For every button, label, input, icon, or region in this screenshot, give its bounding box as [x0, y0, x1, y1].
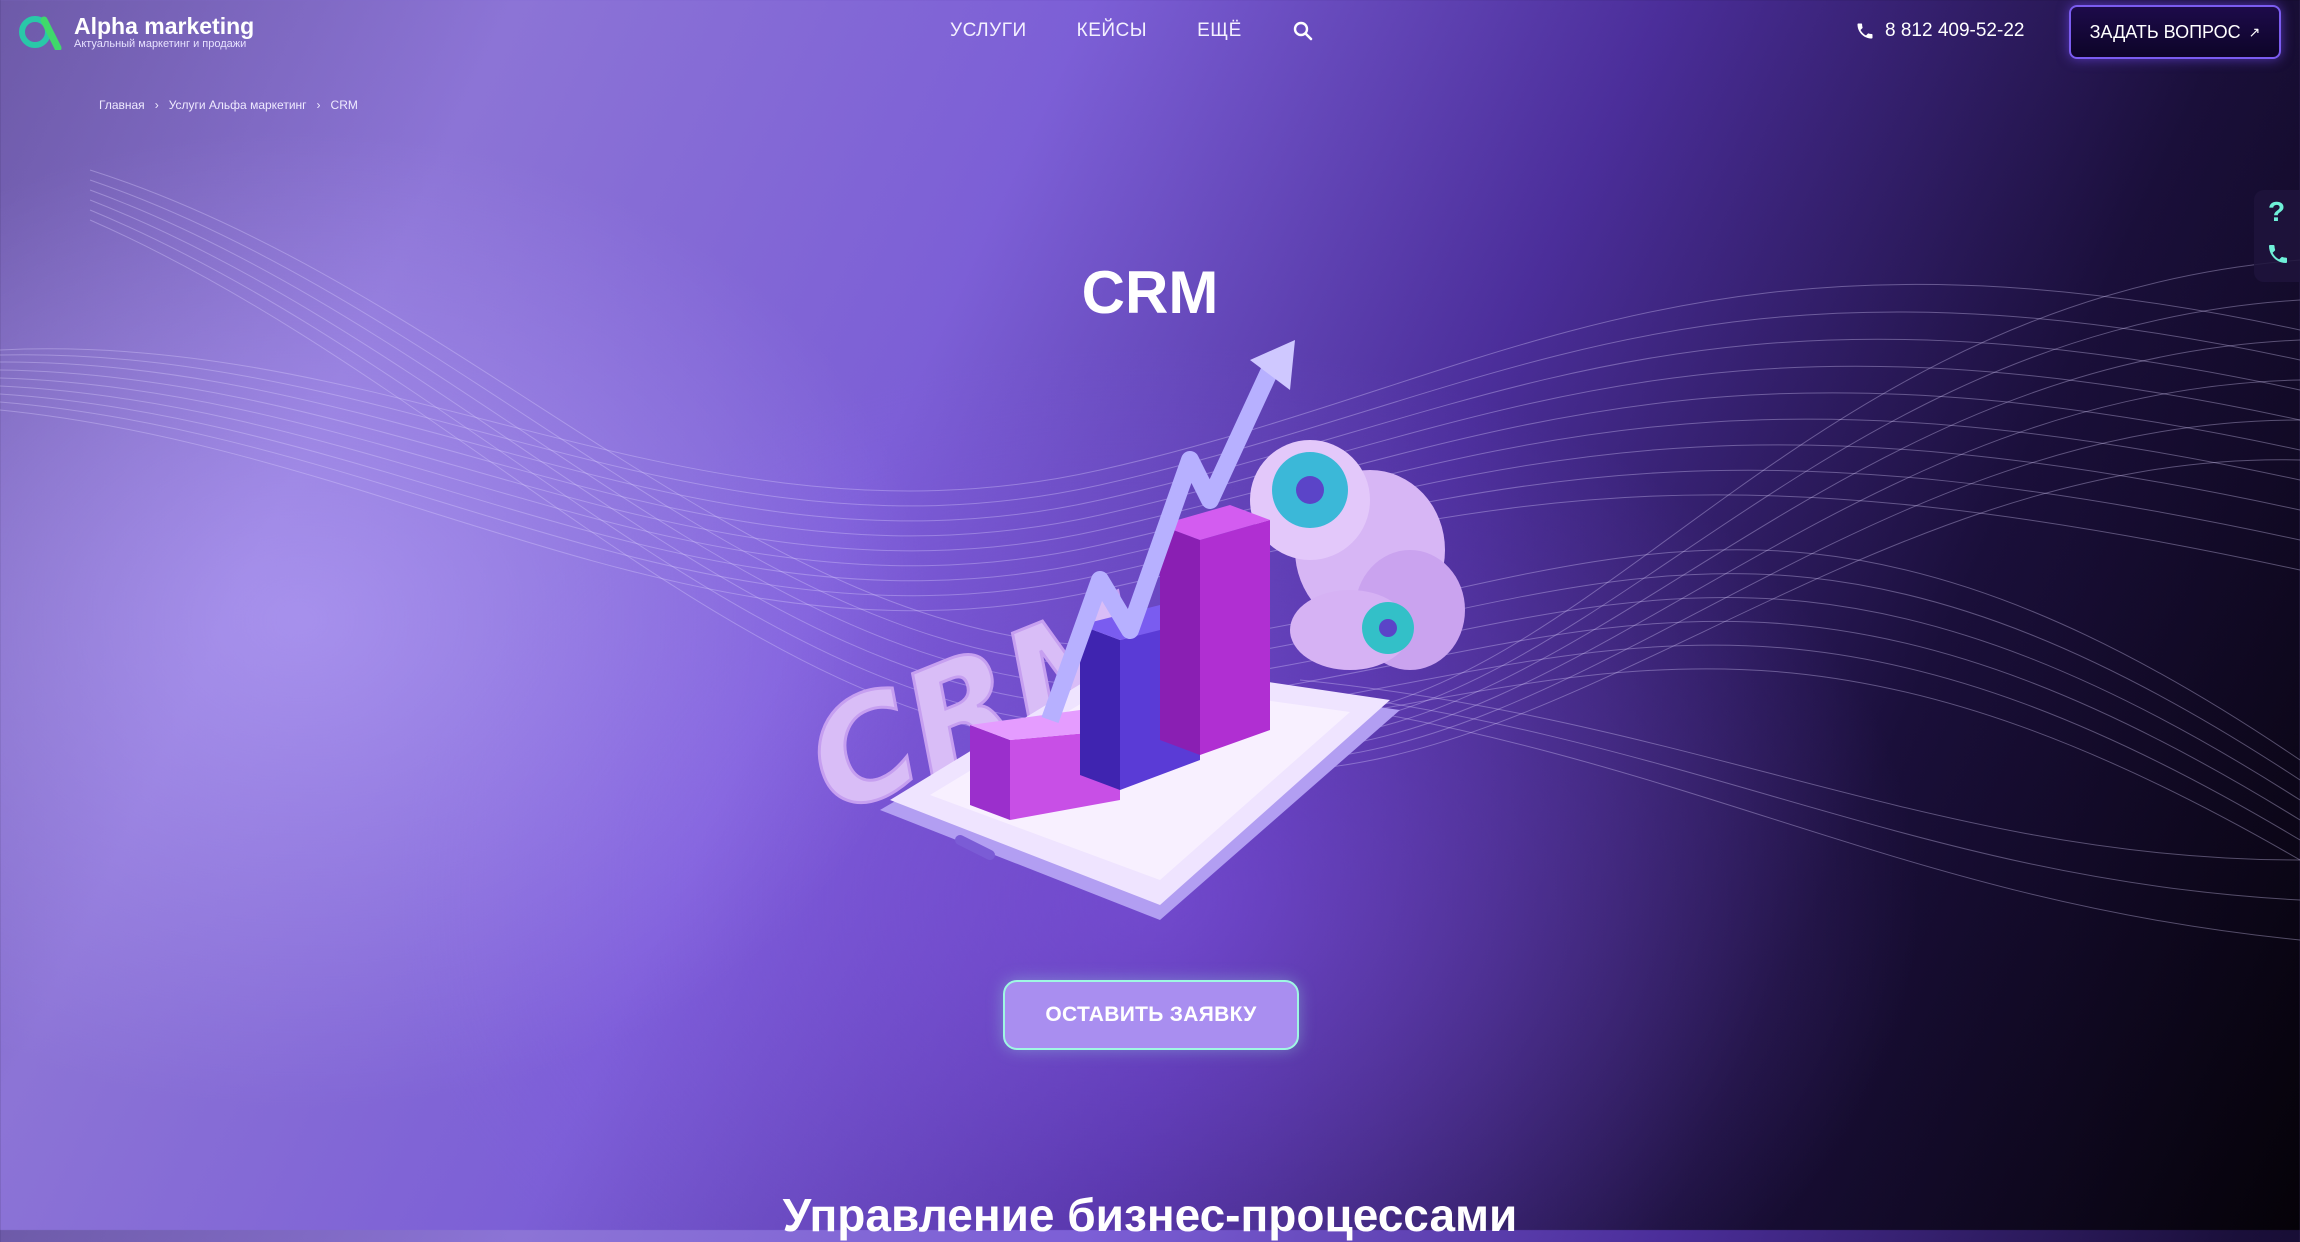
breadcrumb-current: CRM — [330, 98, 358, 112]
page-title: CRM — [1081, 259, 1219, 326]
phone-icon — [1857, 23, 1873, 39]
logo-title: Alpha marketing — [74, 13, 255, 39]
breadcrumb: Главная › Услуги Альфа маркетинг › CRM — [99, 98, 358, 112]
main-nav: УСЛУГИ КЕЙСЫ ЕЩЁ — [950, 20, 1314, 42]
search-icon[interactable] — [1292, 20, 1314, 42]
chevron-right-icon: › — [154, 98, 159, 112]
nav-item-services[interactable]: УСЛУГИ — [950, 20, 1027, 42]
logo-icon — [18, 14, 66, 52]
crm-illustration: CRM — [790, 340, 1465, 920]
leave-request-button[interactable]: ОСТАВИТЬ ЗАЯВКУ — [1003, 980, 1299, 1050]
breadcrumb-home[interactable]: Главная — [99, 98, 145, 112]
ask-question-label: ЗАДАТЬ ВОПРОС — [2089, 21, 2241, 42]
question-icon[interactable]: ? — [2268, 196, 2285, 228]
breadcrumb-services[interactable]: Услуги Альфа маркетинг — [169, 98, 307, 112]
nav-item-more[interactable]: ЕЩЁ — [1197, 20, 1242, 42]
header-phone[interactable]: 8 812 409-52-22 — [1855, 20, 2024, 42]
ask-question-button[interactable]: ЗАДАТЬ ВОПРОС ↗ — [2069, 5, 2281, 59]
logo[interactable]: Alpha marketing Актуальный маркетинг и п… — [18, 13, 255, 52]
chevron-right-icon: › — [316, 98, 321, 112]
phone-number: 8 812 409-52-22 — [1885, 20, 2025, 41]
logo-subtitle: Актуальный маркетинг и продажи — [74, 38, 247, 50]
section-title: Управление бизнес-процессами — [782, 1189, 1518, 1241]
arrow-up-right-icon: ↗ — [2248, 23, 2261, 40]
nav-item-cases[interactable]: КЕЙСЫ — [1077, 20, 1147, 42]
